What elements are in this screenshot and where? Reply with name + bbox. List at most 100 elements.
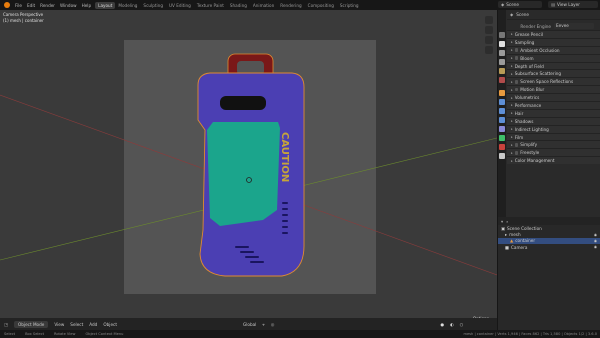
menu-select[interactable]: Select [70,322,83,327]
panel-checkbox[interactable] [514,87,519,92]
panel-row[interactable]: ▸ Screen Space Reflections [507,77,600,86]
render-tab-icon[interactable] [499,41,505,47]
zoom-icon[interactable] [485,16,493,24]
constraints-tab-icon[interactable] [499,126,505,132]
properties-header: ◆ Scene [507,10,600,20]
panel-row[interactable]: ▸ Color Management [507,156,600,165]
panel-checkbox[interactable] [514,56,519,60]
viewport-scene: CAUTION [0,53,497,277]
tab-animation[interactable]: Animation [250,2,277,9]
panel-row[interactable]: ▸ Grease Pencil [507,30,600,38]
glass-window [207,122,280,226]
panel-row[interactable]: ▸ Shadows [507,116,600,125]
tab-uv-editing[interactable]: UV Editing [166,2,194,9]
visibility-eye-icon[interactable]: ◉ [594,233,597,237]
tab-scripting[interactable]: Scripting [337,2,362,9]
scene-tab-icon[interactable] [499,68,505,74]
outliner-item-camera[interactable]: ■ Camera ◉ [498,244,600,250]
outliner-item-label: container [515,238,536,244]
tab-shading[interactable]: Shading [227,2,250,9]
tab-compositing[interactable]: Compositing [305,2,337,9]
menu-add[interactable]: Add [89,322,97,327]
scene-selector[interactable]: ◆ Scene [498,1,542,8]
chevron-right-icon: ▸ [511,127,513,132]
snap-icon[interactable]: ⌖ [262,322,264,327]
scene-selector-label: Scene [506,2,520,7]
menu-file[interactable]: File [15,3,22,8]
menu-edit[interactable]: Edit [27,3,35,8]
panel-row[interactable]: ▸ Film [507,132,600,141]
texture-tab-icon[interactable] [499,153,505,159]
blender-logo-icon[interactable] [4,2,10,8]
transform-orientation[interactable]: Global [243,322,256,327]
panel-row[interactable]: ▸ Hair [507,108,600,117]
view-layer-tab-icon[interactable] [499,59,505,65]
physics-tab-icon[interactable] [499,117,505,123]
camera-icon[interactable] [485,36,493,44]
outliner-filter-icon[interactable]: ▾ [501,219,503,224]
panel-row[interactable]: ▸ Ambient Occlusion [507,45,600,54]
modifier-tab-icon[interactable] [499,99,505,105]
panel-checkbox[interactable] [514,79,519,84]
panel-checkbox[interactable] [514,143,519,147]
panel-label: Performance [514,102,542,108]
visibility-eye-icon[interactable]: ◉ [594,239,597,243]
panel-checkbox[interactable] [514,151,519,155]
panel-row[interactable]: ▸ Performance [507,101,600,109]
mode-selector[interactable]: Object Mode [13,320,49,328]
panel-row[interactable]: ▸ Bloom [507,53,600,62]
menu-help[interactable]: Help [82,3,92,8]
particles-tab-icon[interactable] [499,108,505,114]
render-engine-dropdown[interactable]: Eevee [554,23,594,29]
panel-label: Shadows [514,118,534,124]
panel-row[interactable]: ▸ Indirect Lighting [507,124,600,133]
panel-row[interactable]: ▸ Sampling [507,37,600,46]
3d-viewport[interactable]: CAUTION Camera Perspective (1) mesh | co… [0,10,497,328]
properties-editor: ◆ Scene Render Engine Eevee ▸ Grease Penc… [497,10,600,217]
outliner-item-label: mesh [509,232,521,238]
panel-row[interactable]: ▸ Volumetrics [507,93,600,102]
top-slot [220,96,266,110]
panel-label: Volumetrics [514,95,540,101]
data-tab-icon[interactable] [499,135,505,141]
tab-texture-paint[interactable]: Texture Paint [194,2,227,9]
editor-type-icon[interactable]: ◳ [4,322,8,327]
tab-layout[interactable]: Layout [95,1,116,9]
panel-label: Motion Blur [520,87,545,93]
menu-view[interactable]: View [54,322,64,327]
mesh-icon: ▲ [510,238,514,244]
grid-icon[interactable] [485,46,493,54]
view-layer-selector[interactable]: ▤ View Layer [548,1,598,8]
visibility-eye-icon[interactable]: ◉ [594,245,597,249]
outliner-search-icon[interactable]: ⌕ [506,219,508,224]
render-engine-row: Render Engine Eevee [507,22,600,30]
viewport-info: Camera Perspective (1) mesh | container [3,12,44,24]
main-menu: File Edit Render Window Help [0,2,91,8]
tool-tab-icon[interactable] [499,32,505,38]
chevron-right-icon: ▸ [511,150,513,155]
hand-icon[interactable] [485,26,493,34]
panel-row[interactable]: ▸ Depth of Field [507,61,600,70]
menu-object[interactable]: Object [103,322,117,327]
shading-rendered-icon[interactable]: ○ [460,322,464,327]
shading-solid-icon[interactable]: ● [440,322,444,327]
shading-material-icon[interactable]: ◐ [450,322,454,327]
output-tab-icon[interactable] [499,50,505,56]
panel-row[interactable]: ▸ Simplify [507,140,600,149]
tab-modeling[interactable]: Modeling [115,2,140,9]
world-tab-icon[interactable] [499,77,505,83]
menu-render[interactable]: Render [40,3,55,8]
panel-row[interactable]: ▸ Freestyle [507,148,600,157]
object-tab-icon[interactable] [499,90,505,96]
panel-row[interactable]: ▸ Motion Blur [507,85,600,94]
material-tab-icon[interactable] [499,144,505,150]
tab-sculpting[interactable]: Sculpting [140,2,166,9]
chevron-right-icon: ▸ [511,135,513,140]
tab-rendering[interactable]: Rendering [277,2,304,9]
panel-row[interactable]: ▸ Subsurface Scattering [507,69,600,78]
panel-checkbox[interactable] [514,48,519,53]
proportional-edit-icon[interactable]: ◎ [271,322,275,327]
viewport-header: ◳ Object Mode View Select Add Object Glo… [0,318,497,330]
menu-window[interactable]: Window [60,3,77,8]
collection-icon: ▣ [501,225,505,231]
